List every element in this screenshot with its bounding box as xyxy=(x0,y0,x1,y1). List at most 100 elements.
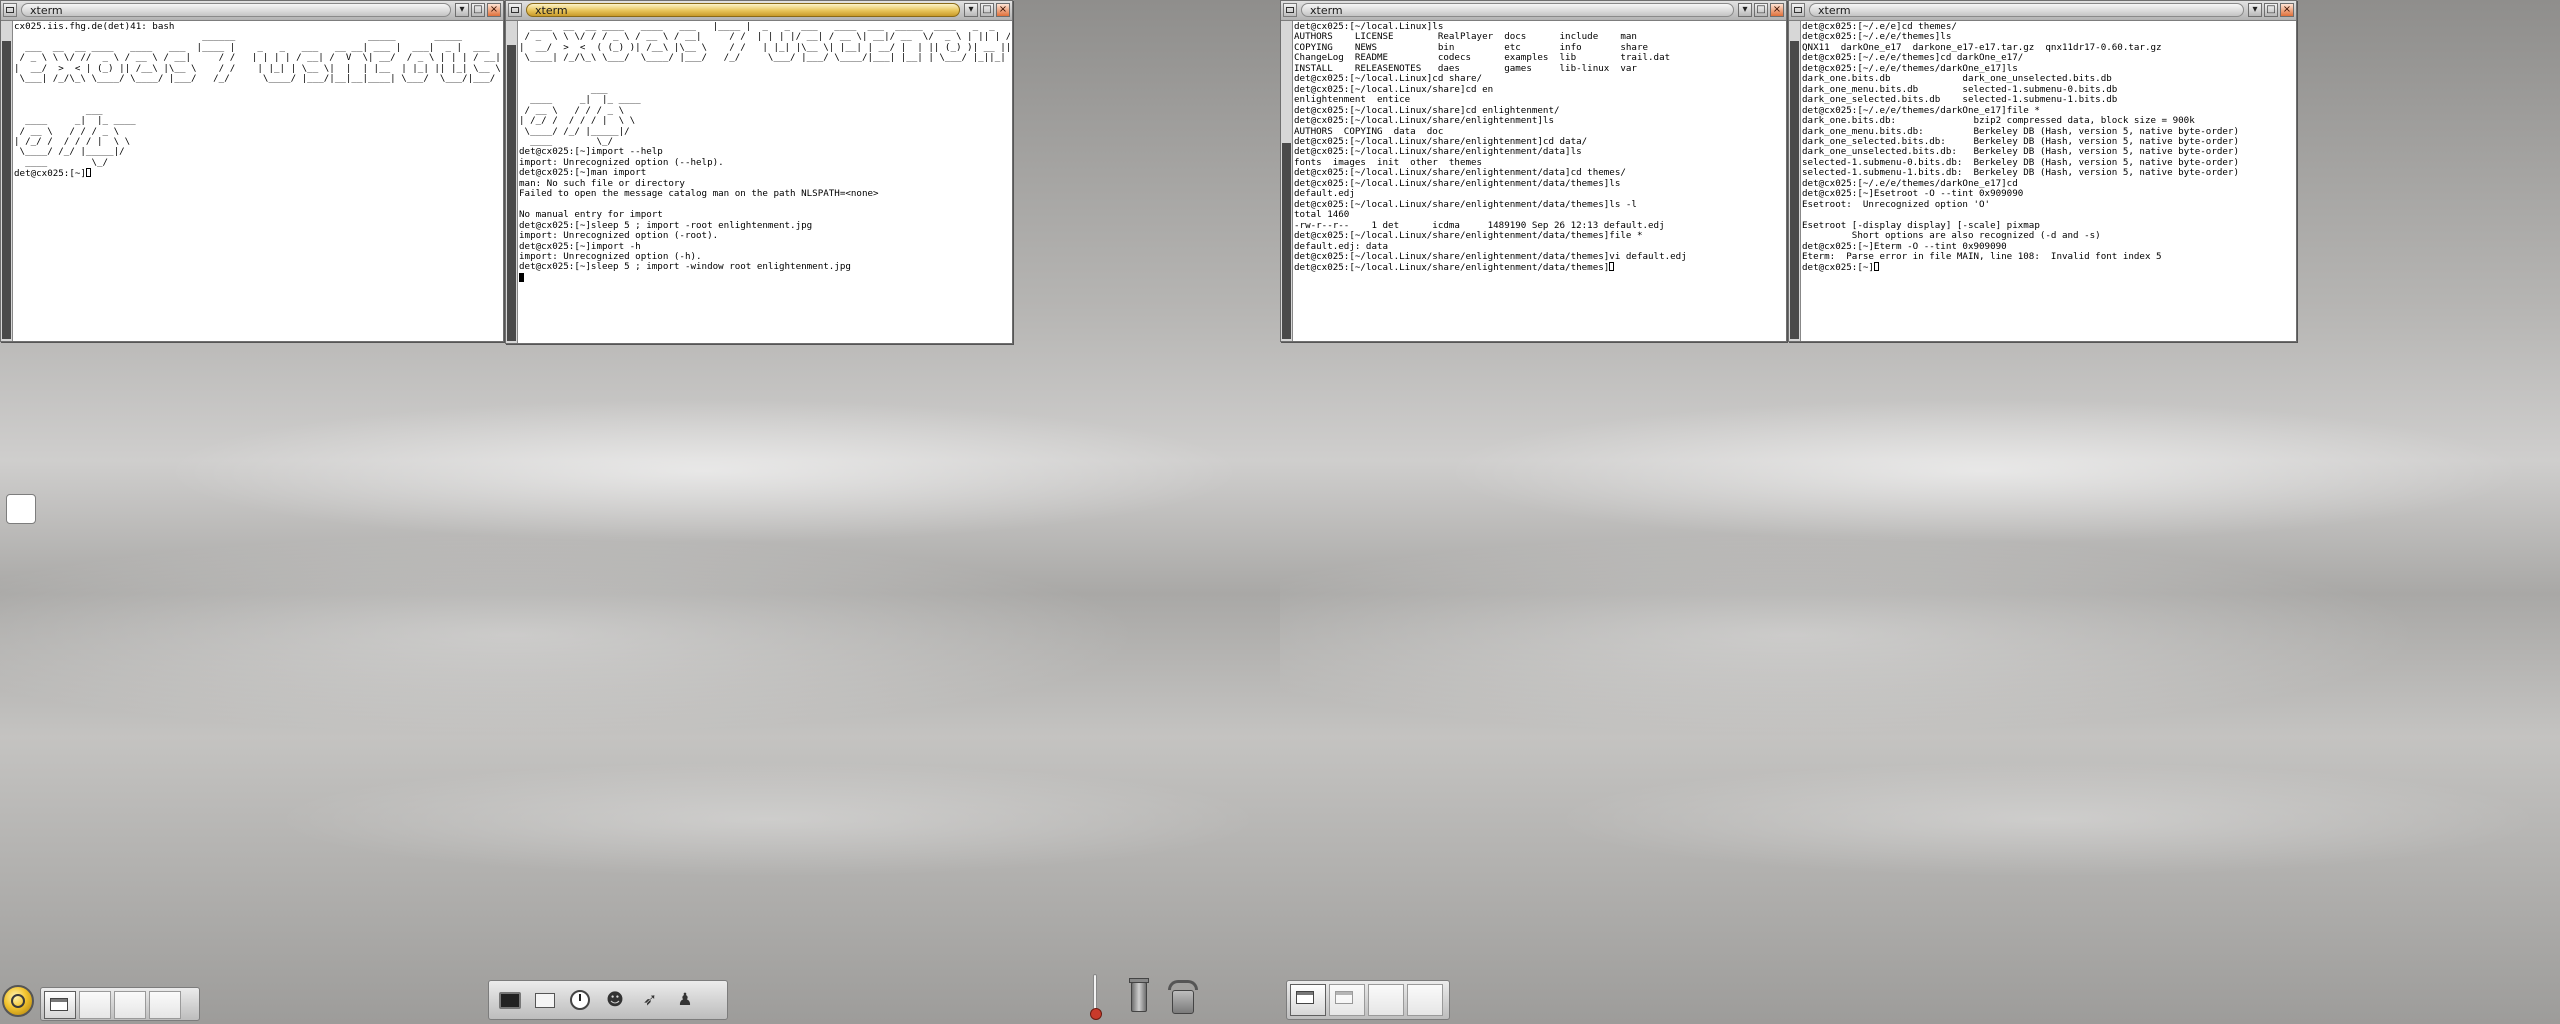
enlightenment-menu-icon[interactable] xyxy=(2,985,34,1017)
pager-desk-3[interactable] xyxy=(114,991,146,1019)
prompt-text: det@cx025:[~/local.Linux/share/enlighten… xyxy=(1294,262,1610,274)
pager-desk-4[interactable] xyxy=(1407,984,1443,1016)
pager-desk-1[interactable] xyxy=(1290,984,1326,1016)
terminal-icon[interactable] xyxy=(494,986,526,1014)
desktop-left: xterm ▾ □ × cx025.iis.fhg.de(det)41: bas… xyxy=(0,0,1280,1024)
iconify-button[interactable]: ▾ xyxy=(964,3,978,17)
titlebar[interactable]: xterm ▾ □ × xyxy=(1,1,503,21)
text-cursor xyxy=(85,168,91,178)
terminal-line: import: Unrecognized option (-root). xyxy=(519,230,719,242)
prompt-text: det@cx025:[~] xyxy=(1802,262,1874,274)
text-cursor xyxy=(519,272,524,282)
scrollbar[interactable] xyxy=(1281,21,1293,341)
pager-shelf xyxy=(40,987,200,1021)
iconify-button[interactable]: ▾ xyxy=(2248,3,2262,17)
window-title: xterm xyxy=(535,4,568,17)
title-pill[interactable]: xterm xyxy=(526,3,960,17)
window-title: xterm xyxy=(30,4,63,17)
window-buttons: ▾ □ × xyxy=(964,3,1010,17)
title-pill[interactable]: xterm xyxy=(1301,3,1734,17)
titlebar[interactable]: xterm ▾ □ × xyxy=(1789,1,2296,21)
maximize-button[interactable]: □ xyxy=(471,3,485,17)
maximize-button[interactable]: □ xyxy=(980,3,994,17)
scroll-thumb[interactable] xyxy=(1790,41,1799,339)
pager-desk-2[interactable] xyxy=(79,991,111,1019)
terminal-line: det@cx025:[~/local.Linux/share/enlighten… xyxy=(1294,198,1637,210)
trash-icon[interactable] xyxy=(1128,972,1150,1020)
window-title: xterm xyxy=(1818,4,1851,17)
close-button[interactable]: × xyxy=(996,3,1010,17)
thermometer-icon[interactable] xyxy=(1084,972,1106,1020)
window-menu-icon[interactable] xyxy=(1791,3,1805,17)
window-title: xterm xyxy=(1310,4,1343,17)
terminal-body[interactable]: det@cx025:[~/.e/e]cd themes/ det@cx025:[… xyxy=(1802,22,2294,339)
ascii-art-banner: ____ __ __ ____ ____ ___ |____ | _ _ ___… xyxy=(519,22,1010,147)
launcher-shelf: ☻ ➶ ♟ xyxy=(488,980,728,1020)
clock-icon[interactable] xyxy=(564,986,596,1014)
close-button[interactable]: × xyxy=(487,3,501,17)
terminal-line: det@cx025:[~/local.Linux/share/enlighten… xyxy=(1294,250,1687,262)
window-buttons: ▾ □ × xyxy=(1738,3,1784,17)
terminal-line: Failed to open the message catalog man o… xyxy=(519,188,879,200)
title-pill[interactable]: xterm xyxy=(21,3,451,17)
xterm-window-1[interactable]: xterm ▾ □ × cx025.iis.fhg.de(det)41: bas… xyxy=(0,0,504,342)
penguin-icon[interactable]: ♟ xyxy=(669,986,701,1014)
text-cursor xyxy=(1873,262,1879,272)
text-cursor xyxy=(1609,262,1615,272)
scrollbar[interactable] xyxy=(506,21,518,343)
scrollbar[interactable] xyxy=(1789,21,1801,341)
xterm-window-2[interactable]: xterm ▾ □ × ____ __ __ ____ ____ ___ |__… xyxy=(505,0,1013,344)
prompt-line: det@cx025:[~] xyxy=(1802,262,2294,273)
window-menu-icon[interactable] xyxy=(3,3,17,17)
iconify-button[interactable]: ▾ xyxy=(455,3,469,17)
maximize-button[interactable]: □ xyxy=(1754,3,1768,17)
chat-icon[interactable]: ☻ xyxy=(599,986,631,1014)
scrollbar[interactable] xyxy=(1,21,13,341)
ascii-art-banner: ______ _____ _____ ___ __ __ ____ ____ _… xyxy=(14,31,501,168)
terminal-line: Eterm: Parse error in file MAIN, line 10… xyxy=(1802,250,2162,262)
terminal-line: Short options are also recognized (-d an… xyxy=(1802,230,2101,242)
mini-window-icon xyxy=(50,998,68,1011)
iconify-button[interactable]: ▾ xyxy=(1738,3,1752,17)
mini-window-icon xyxy=(1335,991,1353,1004)
terminal-line: det@cx025:[~/local.Linux/share/enlighten… xyxy=(1294,177,1621,189)
mini-window-icon xyxy=(1296,991,1314,1004)
titlebar[interactable]: xterm ▾ □ × xyxy=(506,1,1012,21)
xterm-window-3[interactable]: xterm ▾ □ × det@cx025:[~/local.Linux]ls … xyxy=(1280,0,1787,342)
title-pill[interactable]: xterm xyxy=(1809,3,2244,17)
window-menu-icon[interactable] xyxy=(1283,3,1297,17)
desktop-square-icon[interactable] xyxy=(6,494,36,524)
pager-desk-3[interactable] xyxy=(1368,984,1404,1016)
window-menu-icon[interactable] xyxy=(508,3,522,17)
window-buttons: ▾ □ × xyxy=(455,3,501,17)
terminal-body[interactable]: ____ __ __ ____ ____ ___ |____ | _ _ ___… xyxy=(519,22,1010,341)
window-buttons: ▾ □ × xyxy=(2248,3,2294,17)
phone-icon[interactable] xyxy=(1166,972,1202,1020)
prompt-text: det@cx025:[~] xyxy=(14,168,86,180)
maximize-button[interactable]: □ xyxy=(2264,3,2278,17)
scroll-thumb[interactable] xyxy=(507,45,516,341)
pager-desk-4[interactable] xyxy=(149,991,181,1019)
close-button[interactable]: × xyxy=(1770,3,1784,17)
scroll-thumb[interactable] xyxy=(2,41,11,339)
terminal-line: dark_one.bits.db: bzip2 compressed data,… xyxy=(1802,115,2195,127)
prompt-line: det@cx025:[~/local.Linux/share/enlighten… xyxy=(1294,262,1784,273)
terminal-line: det@cx025:[~/local.Linux/share/enlighten… xyxy=(1294,115,1554,127)
desktop-right: xterm ▾ □ × det@cx025:[~/local.Linux]ls … xyxy=(1280,0,2560,1024)
terminal-line: Esetroot: Unrecognized option 'O' xyxy=(1802,198,1991,210)
xterm-window-4[interactable]: xterm ▾ □ × det@cx025:[~/.e/e]cd themes/… xyxy=(1788,0,2297,342)
terminal-line: det@cx025:[~/local.Linux/share/enlighten… xyxy=(1294,230,1643,242)
pager-desk-1[interactable] xyxy=(44,991,76,1019)
fish-icon[interactable]: ➶ xyxy=(634,986,666,1014)
scroll-thumb[interactable] xyxy=(1282,143,1291,339)
prompt-line: det@cx025:[~] xyxy=(14,168,501,179)
pager-desk-2[interactable] xyxy=(1329,984,1365,1016)
terminal-line: det@cx025:[~]sleep 5 ; import -window ro… xyxy=(519,261,851,273)
close-button[interactable]: × xyxy=(2280,3,2294,17)
pager-shelf xyxy=(1286,980,1450,1020)
prompt-line xyxy=(519,272,1010,284)
terminal-body[interactable]: det@cx025:[~/local.Linux]ls AUTHORS LICE… xyxy=(1294,22,1784,339)
titlebar[interactable]: xterm ▾ □ × xyxy=(1281,1,1786,21)
window-icon[interactable] xyxy=(529,986,561,1014)
terminal-body[interactable]: cx025.iis.fhg.de(det)41: bash ______ ___… xyxy=(14,22,501,339)
